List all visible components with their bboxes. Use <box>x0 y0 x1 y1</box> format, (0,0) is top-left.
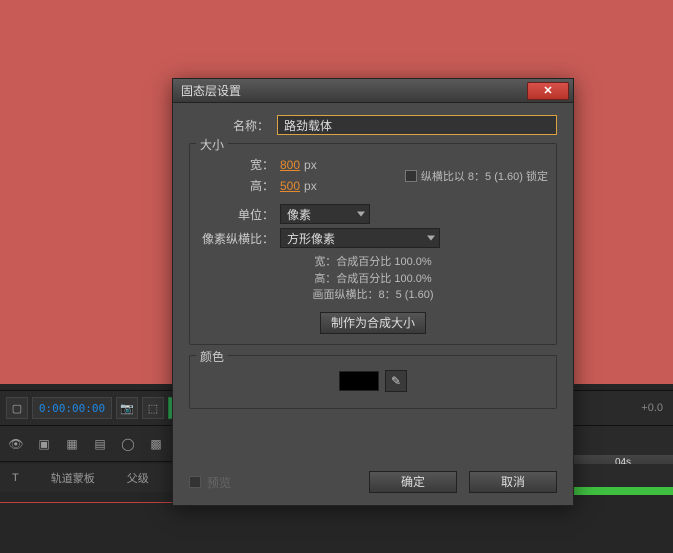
solid-settings-dialog: 固态层设置 ✕ 名称： 大小 宽： 800 px 高： 500 px <box>172 78 574 506</box>
circle-icon[interactable]: ◯ <box>118 434 138 454</box>
swatch-icon[interactable]: ▩ <box>146 434 166 454</box>
size-info: 宽：合成百分比 100.0% 高：合成百分比 100.0% 画面纵横比：8：5 … <box>200 254 546 304</box>
aspect-lock-checkbox[interactable] <box>405 170 417 182</box>
eye-icon[interactable]: 👁 <box>6 434 26 454</box>
exposure-value: +0.0 <box>641 402 663 414</box>
current-time[interactable]: 0:00:00:00 <box>32 397 112 419</box>
aspect-lock-label: 纵横比以 8：5 (1.60) 锁定 <box>421 168 548 184</box>
dialog-body: 名称： 大小 宽： 800 px 高： 500 px 纵横比以 8：5 (1.6… <box>173 103 573 429</box>
eyedropper-button[interactable]: ✎ <box>385 370 407 392</box>
cancel-button[interactable]: 取消 <box>469 471 557 493</box>
par-dropdown[interactable]: 方形像素 <box>280 228 440 248</box>
chevron-down-icon <box>427 236 435 241</box>
width-unit: px <box>304 158 317 172</box>
height-value[interactable]: 500 <box>280 179 300 193</box>
dialog-footer: 预览 确定 取消 <box>173 463 573 505</box>
ok-button[interactable]: 确定 <box>369 471 457 493</box>
close-button[interactable]: ✕ <box>527 82 569 100</box>
info-frame-aspect: 画面纵横比：8：5 (1.60) <box>200 287 546 304</box>
column-trackmatte[interactable]: 轨道蒙板 <box>45 470 101 486</box>
snapshot-icon[interactable]: ⬚ <box>142 397 164 419</box>
close-icon: ✕ <box>543 84 552 97</box>
par-value: 方形像素 <box>287 230 335 247</box>
unit-label: 单位： <box>200 206 280 223</box>
tool-button[interactable]: ▢ <box>6 397 28 419</box>
column-parent[interactable]: 父级 <box>121 470 155 486</box>
unit-dropdown[interactable]: 像素 <box>280 204 370 224</box>
preview-label: 预览 <box>207 474 231 491</box>
grid-icon[interactable]: ▦ <box>62 434 82 454</box>
camera-icon[interactable]: 📷 <box>116 397 138 419</box>
color-fieldset: 颜色 ✎ <box>189 355 557 409</box>
eyedropper-icon: ✎ <box>391 374 401 388</box>
width-value[interactable]: 800 <box>280 158 300 172</box>
color-swatch[interactable] <box>339 371 379 391</box>
name-label: 名称： <box>189 117 277 134</box>
info-width: 宽：合成百分比 100.0% <box>200 254 546 271</box>
size-fieldset: 大小 宽： 800 px 高： 500 px 纵横比以 8：5 (1.60) 锁… <box>189 143 557 345</box>
dialog-titlebar[interactable]: 固态层设置 ✕ <box>173 79 573 103</box>
column-switch[interactable]: T <box>6 472 25 484</box>
size-legend: 大小 <box>196 136 228 153</box>
layer-icon[interactable]: ▤ <box>90 434 110 454</box>
name-input[interactable] <box>277 115 557 135</box>
cached-preview-bar <box>568 487 673 495</box>
make-comp-size-button[interactable]: 制作为合成大小 <box>320 312 426 334</box>
par-label: 像素纵横比： <box>200 230 280 247</box>
dialog-title: 固态层设置 <box>181 82 241 99</box>
cube-icon[interactable]: ▣ <box>34 434 54 454</box>
aspect-lock-row: 纵横比以 8：5 (1.60) 锁定 <box>405 168 548 184</box>
color-legend: 颜色 <box>196 348 228 365</box>
preview-checkbox[interactable] <box>189 476 201 488</box>
width-label: 宽： <box>200 156 280 173</box>
info-height: 高：合成百分比 100.0% <box>200 271 546 288</box>
chevron-down-icon <box>357 212 365 217</box>
height-unit: px <box>304 179 317 193</box>
unit-value: 像素 <box>287 206 311 223</box>
height-label: 高： <box>200 177 280 194</box>
